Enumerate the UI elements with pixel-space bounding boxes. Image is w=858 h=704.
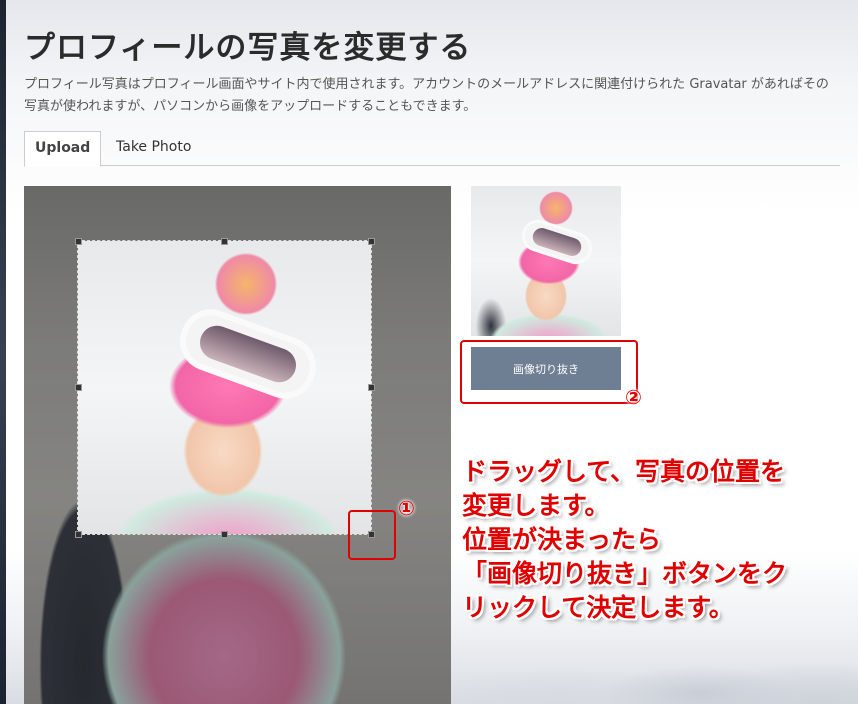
crop-handle-top[interactable] xyxy=(221,238,228,245)
crop-handle-bottom[interactable] xyxy=(221,531,228,538)
highlight-crop-handle xyxy=(348,510,396,560)
page-description: プロフィール写真はプロフィール画面やサイト内で使用されます。アカウントのメールア… xyxy=(24,77,829,114)
crop-handle-top-right[interactable] xyxy=(368,238,375,245)
annotation-marker-2: ② xyxy=(625,385,642,409)
tab-take-photo[interactable]: Take Photo xyxy=(106,131,201,164)
tab-bar: Upload Take Photo xyxy=(24,131,840,167)
goggles-shape xyxy=(171,300,325,408)
crop-preview xyxy=(471,186,621,336)
crop-handle-left[interactable] xyxy=(75,384,82,391)
crop-handle-bottom-left[interactable] xyxy=(75,531,82,538)
highlight-crop-button xyxy=(460,340,638,404)
crop-handle-top-left[interactable] xyxy=(75,238,82,245)
instruction-annotation: ドラッグして、写真の位置を 変更します。 位置が決まったら 「画像切り抜き」ボタ… xyxy=(462,457,788,622)
tab-upload[interactable]: Upload xyxy=(24,131,102,167)
window-edge xyxy=(0,0,6,704)
crop-handle-right[interactable] xyxy=(368,384,375,391)
crop-selection[interactable] xyxy=(77,240,372,535)
annotation-marker-1: ① xyxy=(398,496,415,520)
preview-goggles-shape xyxy=(517,215,597,269)
page-title: プロフィールの写真を変更する xyxy=(24,30,472,66)
crop-source-image[interactable] xyxy=(24,186,451,704)
